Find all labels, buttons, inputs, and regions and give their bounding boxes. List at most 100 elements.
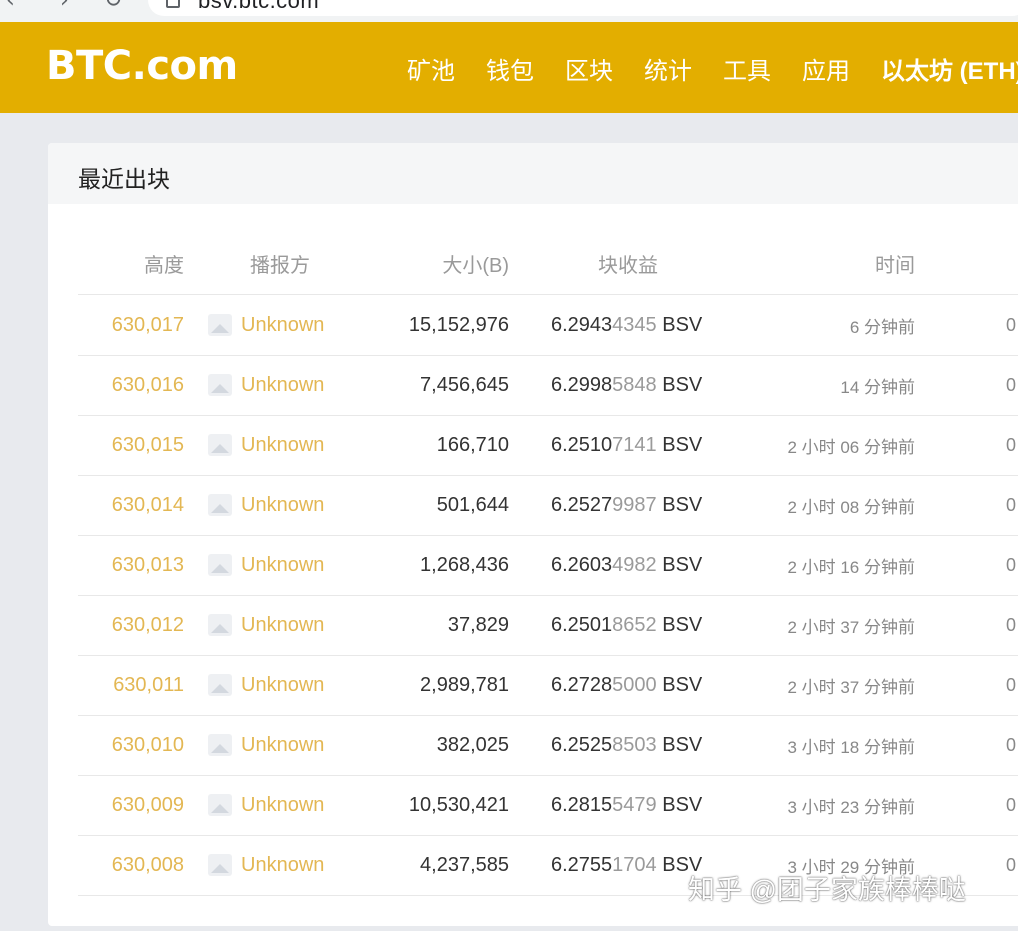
miner-link[interactable]: Unknown <box>241 794 324 817</box>
truncated-column-value: 0 <box>1006 314 1017 335</box>
main-nav: 矿池 钱包 区块 统计 工具 应用 以太坊 (ETH) <box>407 51 1018 86</box>
block-time: 2 小时 37 分钟前 <box>787 677 915 697</box>
reward-minor-digits: 8652 <box>612 613 657 636</box>
block-height-link[interactable]: 630,015 <box>112 434 184 457</box>
block-time: 2 小时 16 分钟前 <box>787 557 915 577</box>
reward-minor-digits: 8503 <box>612 733 657 756</box>
block-size: 2,989,781 <box>420 673 509 696</box>
reward-main-digits: 6.2501 <box>551 613 613 636</box>
forward-arrow-icon[interactable]: › <box>60 0 69 13</box>
block-reward: 6.26034982 BSV <box>551 554 702 577</box>
block-size: 501,644 <box>436 493 509 516</box>
block-size: 7,456,645 <box>420 373 509 396</box>
miner-link[interactable]: Unknown <box>241 734 324 757</box>
column-header-time: 时间 <box>875 254 915 277</box>
block-height-link[interactable]: 630,013 <box>112 554 184 577</box>
table-row[interactable]: 630,010 Unknown 382,025 6.25258503 BSV 3 小时 … <box>78 715 1018 776</box>
block-height-link[interactable]: 630,017 <box>112 314 184 337</box>
block-reward: 6.25107141 BSV <box>551 434 702 457</box>
site-logo[interactable]: BTC.com <box>46 43 238 89</box>
truncated-column-value: 0 <box>1006 374 1017 395</box>
truncated-column-value: 0 <box>1006 494 1017 515</box>
truncated-column-value: 0 <box>1006 794 1017 815</box>
miner-link[interactable]: Unknown <box>241 494 324 517</box>
block-time: 3 小时 18 分钟前 <box>787 737 915 757</box>
nav-item-eth[interactable]: 以太坊 (ETH) <box>881 51 1018 86</box>
block-height-link[interactable]: 630,008 <box>112 854 184 877</box>
reward-unit: BSV <box>656 553 703 576</box>
block-time: 2 小时 08 分钟前 <box>787 497 915 517</box>
nav-item-stats[interactable]: 统计 <box>644 51 692 86</box>
miner-image-icon <box>208 494 232 516</box>
block-height-link[interactable]: 630,010 <box>112 734 184 757</box>
block-height-link[interactable]: 630,009 <box>112 794 184 817</box>
table-row[interactable]: 630,016 Unknown 7,456,645 6.29985848 BSV 14 … <box>78 355 1018 416</box>
reward-unit: BSV <box>656 313 703 336</box>
watermark: 知乎 @团子家族棒棒哒 <box>688 875 966 905</box>
nav-item-apps[interactable]: 应用 <box>802 51 850 86</box>
block-time: 6 分钟前 <box>849 317 915 337</box>
block-time: 3 小时 23 分钟前 <box>787 797 915 817</box>
truncated-column-value: 0 <box>1006 554 1017 575</box>
block-reward: 6.27551704 BSV <box>551 854 702 877</box>
back-arrow-icon[interactable]: ‹ <box>6 0 15 13</box>
reward-main-digits: 6.2510 <box>551 433 613 456</box>
block-size: 1,268,436 <box>420 553 509 576</box>
table-row[interactable]: 630,017 Unknown 15,152,976 6.29434345 BSV 6 … <box>78 295 1018 356</box>
block-size: 382,025 <box>436 733 509 756</box>
reward-main-digits: 6.2527 <box>551 493 613 516</box>
table-row[interactable]: 630,009 Unknown 10,530,421 6.28155479 BSV 3 … <box>78 775 1018 836</box>
block-size: 4,237,585 <box>420 853 509 876</box>
truncated-column-value: 0 <box>1006 734 1017 755</box>
miner-image-icon <box>208 434 232 456</box>
truncated-column-value: 0 <box>1006 674 1017 695</box>
reward-main-digits: 6.2525 <box>551 733 613 756</box>
miner-link[interactable]: Unknown <box>241 314 324 337</box>
nav-item-pool[interactable]: 矿池 <box>407 51 455 86</box>
table-row[interactable]: 630,012 Unknown 37,829 6.25018652 BSV 2 小时 3… <box>78 595 1018 656</box>
block-time: 2 小时 06 分钟前 <box>787 437 915 457</box>
reload-icon[interactable]: ↻ <box>104 0 122 13</box>
miner-link[interactable]: Unknown <box>241 854 324 877</box>
table-row[interactable]: 630,015 Unknown 166,710 6.25107141 BSV 2 小时 … <box>78 415 1018 476</box>
reward-main-digits: 6.2943 <box>551 313 613 336</box>
reward-minor-digits: 4982 <box>612 553 657 576</box>
nav-item-blocks[interactable]: 区块 <box>565 51 613 86</box>
miner-link[interactable]: Unknown <box>241 554 324 577</box>
card-title: 最近出块 <box>78 166 170 192</box>
miner-link[interactable]: Unknown <box>241 614 324 637</box>
table-row[interactable]: 630,013 Unknown 1,268,436 6.26034982 BSV 2 小… <box>78 535 1018 596</box>
block-height-link[interactable]: 630,016 <box>112 374 184 397</box>
miner-link[interactable]: Unknown <box>241 674 324 697</box>
miner-link[interactable]: Unknown <box>241 434 324 457</box>
reward-main-digits: 6.2728 <box>551 673 613 696</box>
block-reward: 6.28155479 BSV <box>551 794 702 817</box>
block-size: 10,530,421 <box>408 793 509 816</box>
table-row[interactable]: 630,014 Unknown 501,644 6.25279987 BSV 2 小时 … <box>78 475 1018 536</box>
block-reward: 6.25018652 BSV <box>551 614 702 637</box>
table-header: 高度 播报方 大小(B) 块收益 时间 <box>78 232 1018 295</box>
miner-image-icon <box>208 374 232 396</box>
table-row[interactable]: 630,011 Unknown 2,989,781 6.27285000 BSV 2 小… <box>78 655 1018 716</box>
miner-image-icon <box>208 794 232 816</box>
address-bar-url[interactable]: bsv.btc.com <box>198 0 319 14</box>
reward-unit: BSV <box>656 493 703 516</box>
nav-item-wallet[interactable]: 钱包 <box>486 51 534 86</box>
block-size: 166,710 <box>436 433 509 456</box>
block-time: 14 分钟前 <box>840 377 915 397</box>
block-height-link[interactable]: 630,014 <box>112 494 184 517</box>
reward-minor-digits: 7141 <box>612 433 657 456</box>
truncated-column-value: 0 <box>1006 614 1017 635</box>
miner-image-icon <box>208 314 232 336</box>
miner-image-icon <box>208 674 232 696</box>
reward-minor-digits: 5848 <box>612 373 657 396</box>
miner-link[interactable]: Unknown <box>241 374 324 397</box>
site-header: BTC.com 矿池 钱包 区块 统计 工具 应用 以太坊 (ETH) <box>0 22 1018 113</box>
nav-item-tools[interactable]: 工具 <box>723 51 771 86</box>
block-height-link[interactable]: 630,012 <box>112 614 184 637</box>
reward-minor-digits: 5479 <box>612 793 657 816</box>
block-height-link[interactable]: 630,011 <box>113 674 184 697</box>
column-header-size: 大小(B) <box>442 254 509 277</box>
reward-main-digits: 6.2998 <box>551 373 613 396</box>
block-reward: 6.25279987 BSV <box>551 494 702 517</box>
